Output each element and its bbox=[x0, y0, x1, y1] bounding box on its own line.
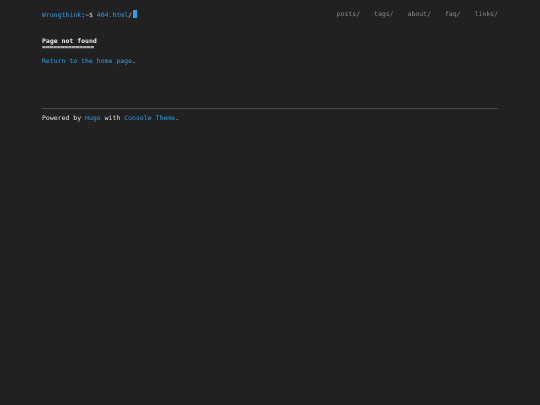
title-underline: ============== bbox=[42, 43, 94, 51]
nav-item-links[interactable]: links/ bbox=[475, 10, 498, 18]
console-theme-link[interactable]: Console Theme bbox=[124, 114, 175, 122]
return-line: Return to the home page. bbox=[42, 57, 498, 65]
footer-divider bbox=[42, 108, 498, 109]
terminal-prompt: Wrongthink:~$ 404.html/ bbox=[42, 10, 138, 19]
prompt-symbol: :~$ bbox=[81, 11, 97, 19]
main-nav: posts/ tags/ about/ faq/ links/ bbox=[327, 10, 498, 18]
site-header: Wrongthink:~$ 404.html/ posts/ tags/ abo… bbox=[42, 0, 498, 28]
path-suffix: / bbox=[128, 11, 133, 19]
nav-item-posts[interactable]: posts/ bbox=[337, 10, 360, 18]
current-path-link[interactable]: 404.html bbox=[97, 11, 128, 19]
main-content: Page not found ============== Return to … bbox=[42, 37, 498, 66]
nav-item-tags[interactable]: tags/ bbox=[374, 10, 394, 18]
footer-middle: with bbox=[100, 114, 125, 122]
site-name-link[interactable]: Wrongthink bbox=[42, 11, 81, 19]
nav-item-faq[interactable]: faq/ bbox=[445, 10, 461, 18]
hugo-link[interactable]: Hugo bbox=[85, 114, 101, 122]
page-container: Wrongthink:~$ 404.html/ posts/ tags/ abo… bbox=[42, 0, 498, 122]
footer-prefix: Powered by bbox=[42, 114, 86, 122]
page-title: Page not found bbox=[42, 37, 97, 45]
return-home-link[interactable]: Return to the home page bbox=[42, 57, 132, 65]
cursor-block bbox=[133, 10, 138, 18]
footer-suffix: . bbox=[175, 114, 179, 122]
return-suffix: . bbox=[132, 57, 136, 65]
site-footer: Powered by Hugo with Console Theme. bbox=[42, 114, 179, 122]
nav-item-about[interactable]: about/ bbox=[408, 10, 431, 18]
